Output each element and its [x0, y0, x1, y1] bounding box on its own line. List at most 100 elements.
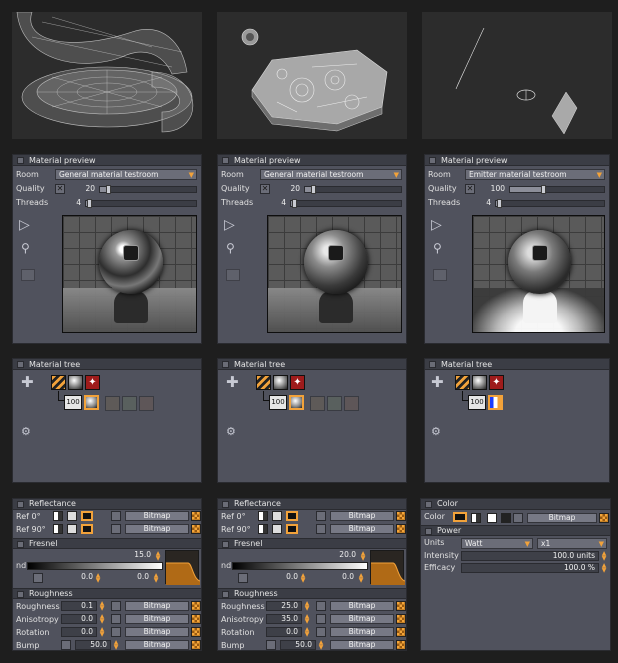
bump-bitmap-button[interactable]: Bitmap: [125, 640, 189, 650]
material-node-icon[interactable]: [256, 375, 271, 390]
ref0-swatch-white[interactable]: [272, 511, 282, 521]
ref0-color-mode-icon[interactable]: [53, 511, 63, 521]
anisotropy-spinner-icon[interactable]: ▲ ▼: [304, 614, 310, 625]
quality-lock-checkbox[interactable]: ✕: [465, 184, 475, 194]
multiplier-dropdown[interactable]: x1 ▼: [537, 538, 607, 549]
anisotropy-bitmap-preview-icon[interactable]: [191, 614, 201, 624]
roughness-spinner-icon[interactable]: ▲ ▼: [99, 601, 105, 612]
collapse-grip-icon[interactable]: [222, 157, 229, 164]
collapse-grip-icon[interactable]: [222, 541, 229, 548]
ref90-bitmap-checkbox[interactable]: [111, 524, 121, 534]
fresnel-max-spinner-icon[interactable]: ▲ ▼: [153, 573, 159, 584]
bump-bitmap-preview-icon[interactable]: [396, 640, 406, 650]
anisotropy-bitmap-button[interactable]: Bitmap: [330, 614, 394, 624]
collapse-grip-icon[interactable]: [17, 541, 24, 548]
roughness-bitmap-checkbox[interactable]: [316, 601, 326, 611]
slider-knob[interactable]: [87, 199, 93, 208]
bump-spinner-icon[interactable]: ▲ ▼: [318, 640, 324, 651]
rotation-spinner-icon[interactable]: ▲ ▼: [304, 627, 310, 638]
collapse-grip-icon[interactable]: [17, 157, 24, 164]
sphere-layer-icon[interactable]: [273, 375, 288, 390]
ref90-color-mode-icon[interactable]: [258, 524, 268, 534]
bump-bitmap-preview-icon[interactable]: [191, 640, 201, 650]
anisotropy-field[interactable]: 35.0: [266, 614, 302, 624]
roughness-bitmap-checkbox[interactable]: [111, 601, 121, 611]
layer-options-icon[interactable]: ⚙: [21, 425, 31, 438]
layer-weight-value[interactable]: 100: [468, 395, 486, 410]
color-mode-icon[interactable]: [471, 513, 481, 523]
intensity-field[interactable]: 100.0 units: [461, 551, 599, 561]
material-node-icon[interactable]: [455, 375, 470, 390]
layer-weight-value[interactable]: 100: [269, 395, 287, 410]
anisotropy-spinner-icon[interactable]: ▲ ▼: [99, 614, 105, 625]
ref0-bitmap-preview-icon[interactable]: [396, 511, 406, 521]
roughness-bitmap-button[interactable]: Bitmap: [330, 601, 394, 611]
bump-bitmap-button[interactable]: Bitmap: [330, 640, 394, 650]
roughness-bitmap-preview-icon[interactable]: [191, 601, 201, 611]
reflectance-section-title[interactable]: Reflectance: [218, 499, 406, 510]
zoom-magnifier-icon[interactable]: ⚲: [21, 241, 30, 255]
fresnel-min-spinner-icon[interactable]: ▲ ▼: [300, 573, 306, 584]
fresnel-max-spinner-icon[interactable]: ▲ ▼: [358, 573, 364, 584]
efficacy-field[interactable]: 100.0 %: [461, 563, 599, 573]
panel-title-bar[interactable]: Material tree: [218, 359, 406, 370]
rotation-field[interactable]: 0.0: [61, 627, 97, 637]
white-swatch[interactable]: [487, 513, 497, 523]
zoom-magnifier-icon[interactable]: ⚲: [226, 241, 235, 255]
slider-knob[interactable]: [497, 199, 503, 208]
emitter-layer-icon[interactable]: ✦: [489, 375, 504, 390]
roughness-section-title[interactable]: Roughness: [218, 588, 406, 599]
threads-slider[interactable]: [85, 199, 197, 208]
rotation-bitmap-preview-icon[interactable]: [396, 627, 406, 637]
reflectance-section-title[interactable]: Reflectance: [13, 499, 201, 510]
ref90-swatch-selected[interactable]: [286, 524, 298, 534]
slider-knob[interactable]: [105, 185, 111, 194]
slider-knob[interactable]: [540, 185, 546, 194]
rotation-spinner-icon[interactable]: ▲ ▼: [99, 627, 105, 638]
ref0-swatch-selected[interactable]: [286, 511, 298, 521]
roughness-bitmap-preview-icon[interactable]: [396, 601, 406, 611]
fresnel-min-spinner-icon[interactable]: ▲ ▼: [95, 573, 101, 584]
quality-slider[interactable]: [304, 185, 402, 194]
ref0-bitmap-checkbox[interactable]: [316, 511, 326, 521]
add-layer-icon[interactable]: ✚: [431, 373, 444, 391]
fresnel-lock-checkbox[interactable]: [238, 573, 248, 583]
rotation-field[interactable]: 0.0: [266, 627, 302, 637]
material-node-icon[interactable]: [51, 375, 66, 390]
room-dropdown[interactable]: General material testroom ▼: [55, 169, 197, 180]
anisotropy-bitmap-button[interactable]: Bitmap: [125, 614, 189, 624]
anisotropy-field[interactable]: 0.0: [61, 614, 97, 624]
ref90-bitmap-button[interactable]: Bitmap: [330, 524, 394, 534]
ref0-bitmap-checkbox[interactable]: [111, 511, 121, 521]
zoom-magnifier-icon[interactable]: ⚲: [433, 241, 442, 255]
quality-lock-checkbox[interactable]: ✕: [260, 184, 270, 194]
anisotropy-bitmap-checkbox[interactable]: [316, 614, 326, 624]
units-dropdown[interactable]: Watt ▼: [461, 538, 533, 549]
quality-slider[interactable]: [99, 185, 197, 194]
roughness-spinner-icon[interactable]: ▲ ▼: [304, 601, 310, 612]
ref90-bitmap-checkbox[interactable]: [316, 524, 326, 534]
viewport-clockwork-thumbnail[interactable]: [217, 12, 407, 139]
sphere-layer-icon[interactable]: [68, 375, 83, 390]
ref90-color-mode-icon[interactable]: [53, 524, 63, 534]
bump-enable-checkbox[interactable]: [266, 640, 276, 650]
anisotropy-bitmap-preview-icon[interactable]: [396, 614, 406, 624]
slider-knob[interactable]: [292, 199, 298, 208]
ref0-bitmap-button[interactable]: Bitmap: [125, 511, 189, 521]
room-dropdown[interactable]: Emitter material testroom ▼: [465, 169, 605, 180]
fresnel-section-title[interactable]: Fresnel: [218, 538, 406, 549]
nd-spinner-icon[interactable]: ▲ ▼: [155, 551, 161, 562]
bump-field[interactable]: 50.0: [280, 640, 316, 650]
rotation-bitmap-checkbox[interactable]: [111, 627, 121, 637]
nd-gradient-slider[interactable]: [27, 562, 163, 570]
layer-weight-value[interactable]: 100: [64, 395, 82, 410]
fresnel-lock-checkbox[interactable]: [33, 573, 43, 583]
nd-gradient-slider[interactable]: [232, 562, 368, 570]
collapse-grip-icon[interactable]: [222, 591, 229, 598]
ref90-bitmap-preview-icon[interactable]: [396, 524, 406, 534]
panel-title-bar[interactable]: Material preview: [218, 155, 406, 166]
collapse-grip-icon[interactable]: [429, 361, 436, 368]
bitmap-button[interactable]: Bitmap: [527, 513, 597, 523]
rotation-bitmap-button[interactable]: Bitmap: [330, 627, 394, 637]
sphere-layer-icon[interactable]: [472, 375, 487, 390]
